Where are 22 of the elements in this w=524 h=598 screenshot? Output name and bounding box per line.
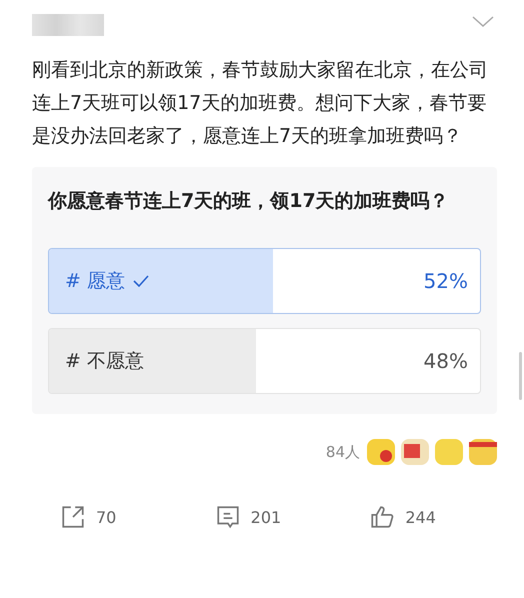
sticker-icon bbox=[366, 438, 396, 466]
option-percent: 52% bbox=[424, 269, 468, 293]
poll-question: 你愿意春节连上7天的班，领17天的加班费吗？ bbox=[48, 189, 450, 214]
sticker-icon bbox=[468, 438, 498, 466]
sticker-icon bbox=[400, 438, 430, 466]
like-button[interactable]: 244 bbox=[369, 504, 524, 530]
comment-icon bbox=[214, 504, 241, 530]
share-icon bbox=[60, 504, 86, 530]
thumbs-up-icon bbox=[369, 504, 396, 530]
chevron-down-icon[interactable] bbox=[472, 16, 494, 28]
check-icon bbox=[132, 275, 149, 287]
share-button[interactable]: 70 bbox=[60, 504, 215, 530]
option-percent: 48% bbox=[424, 349, 468, 373]
option-label: # 不愿意 bbox=[65, 349, 144, 374]
sticker-icon bbox=[434, 438, 464, 466]
blurred-username bbox=[32, 14, 104, 36]
poll-option[interactable]: # 不愿意 48% bbox=[48, 328, 481, 394]
poll-option[interactable]: # 愿意 52% bbox=[48, 248, 481, 314]
reaction-count: 84人 bbox=[326, 442, 360, 462]
option-label: # 愿意 bbox=[65, 269, 125, 294]
post-text: 刚看到北京的新政策，春节鼓励大家留在北京，在公司连上7天班可以领17天的加班费。想问下大家，春节要是没办法回老家了，愿意连上7天的班拿加班费吗？ bbox=[32, 58, 489, 149]
comment-button[interactable]: 201 bbox=[214, 504, 370, 530]
